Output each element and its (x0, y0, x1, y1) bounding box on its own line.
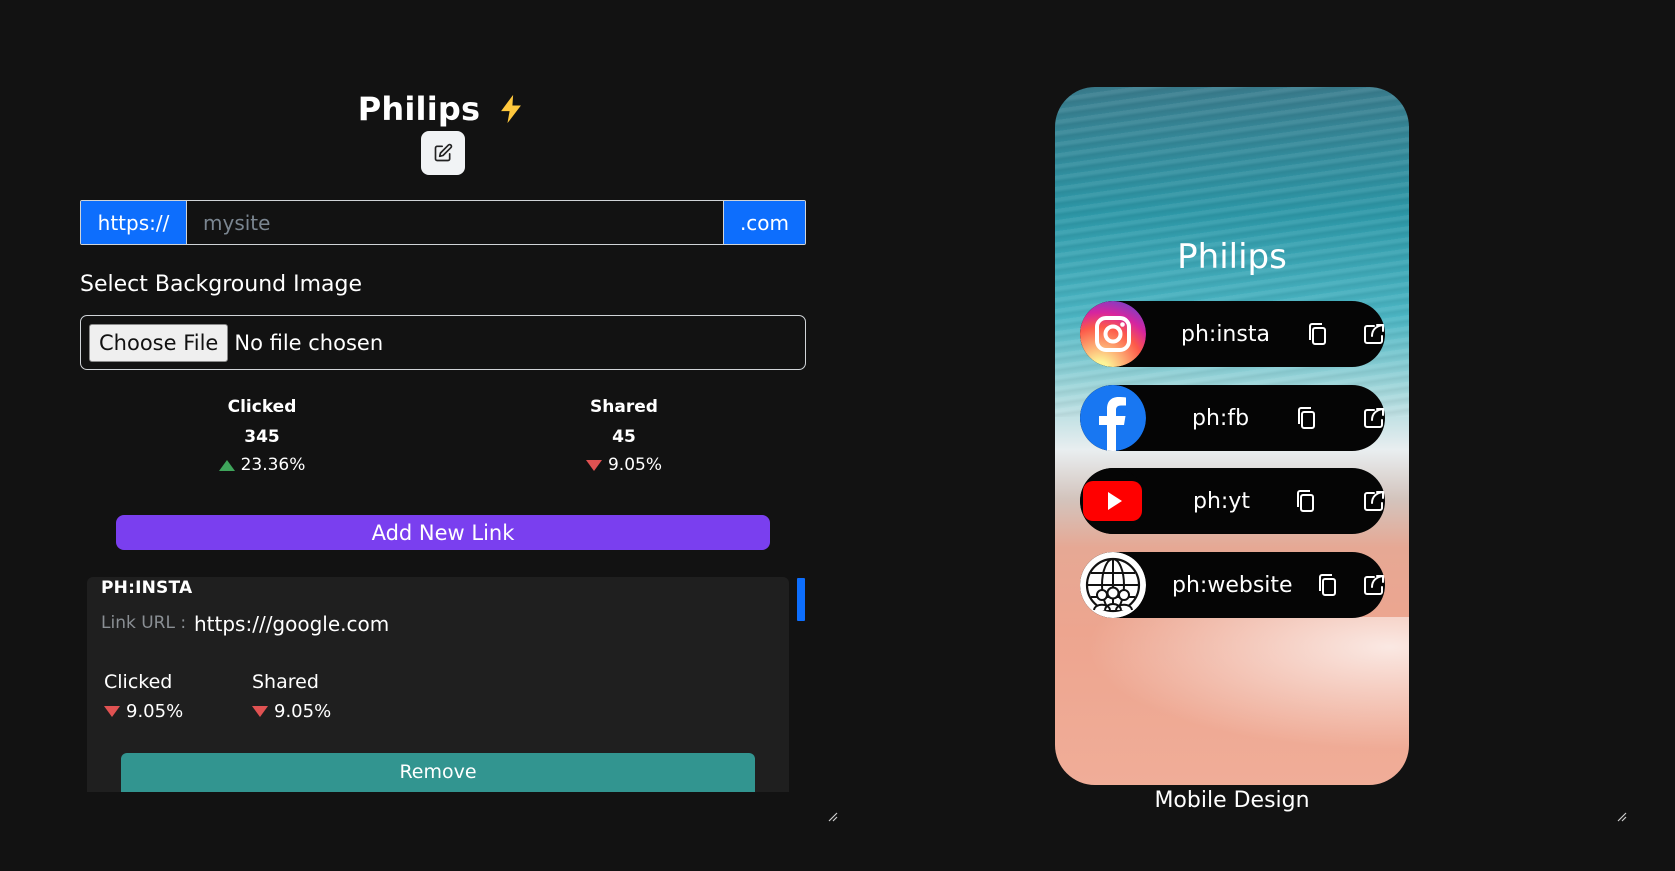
link-url-value: https:///google.com (194, 612, 390, 636)
shared-count: 45 (612, 427, 636, 447)
scrollbar-thumb[interactable] (797, 578, 805, 621)
add-new-link-button[interactable]: Add New Link (116, 515, 770, 550)
share-icon[interactable] (1362, 322, 1386, 346)
link-clicked-stat: Clicked 9.05% (104, 671, 183, 722)
copy-icon[interactable] (1316, 573, 1338, 597)
preview-name: Philips (1177, 237, 1287, 277)
lightning-icon (501, 94, 522, 124)
link-shared-change: 9.05% (252, 701, 331, 722)
link-url-label: Link URL : (101, 613, 187, 633)
resize-handle-icon[interactable] (1617, 812, 1627, 822)
clicked-stat: Clicked 345 23.36% (182, 397, 342, 475)
resize-handle-icon[interactable] (828, 812, 838, 822)
background-file-input[interactable]: Choose File No file chosen (80, 315, 806, 370)
url-prefix: https:// (81, 201, 187, 244)
preview-link-insta[interactable]: ph:insta (1080, 301, 1385, 367)
copy-icon[interactable] (1306, 322, 1328, 346)
globe-icon (1080, 552, 1146, 618)
share-icon[interactable] (1362, 406, 1386, 430)
facebook-icon (1080, 385, 1146, 451)
link-shared-label: Shared (252, 671, 319, 693)
shared-label: Shared (590, 397, 658, 417)
shared-change-value: 9.05% (607, 455, 662, 475)
preview-link-label: ph:yt (1193, 488, 1250, 514)
preview-link-label: ph:website (1172, 572, 1293, 598)
site-url-group: https:// .com (80, 200, 806, 245)
link-clicked-change: 9.05% (104, 701, 183, 722)
choose-file-button[interactable]: Choose File (89, 323, 229, 362)
url-suffix: .com (723, 201, 805, 244)
trend-down-icon (104, 706, 120, 717)
background-image-label: Select Background Image (80, 272, 363, 297)
profile-header: Philips (80, 84, 806, 134)
preview-link-website[interactable]: ph:website (1080, 552, 1385, 618)
share-icon[interactable] (1362, 573, 1386, 597)
preview-link-label: ph:fb (1192, 405, 1250, 431)
preview-link-yt[interactable]: ph:yt (1080, 468, 1385, 534)
link-clicked-change-value: 9.05% (126, 701, 184, 722)
shared-stat: Shared 45 9.05% (544, 397, 704, 475)
edit-icon (434, 143, 453, 162)
shared-change: 9.05% (544, 455, 704, 475)
preview-link-label: ph:insta (1181, 321, 1270, 347)
share-icon[interactable] (1362, 489, 1386, 513)
link-card: PH:INSTA Link URL : https:///google.com … (87, 577, 789, 792)
link-clicked-label: Clicked (104, 671, 173, 693)
copy-icon[interactable] (1294, 489, 1316, 513)
link-shared-change-value: 9.05% (274, 701, 332, 722)
clicked-change-value: 23.36% (240, 455, 306, 475)
preview-link-fb[interactable]: ph:fb (1080, 385, 1385, 451)
file-status: No file chosen (234, 330, 384, 355)
clicked-label: Clicked (227, 397, 297, 417)
instagram-icon (1080, 301, 1146, 367)
trend-up-icon (218, 459, 235, 471)
clicked-change: 23.36% (182, 455, 342, 475)
site-url-input[interactable] (187, 201, 723, 244)
trend-down-icon (585, 459, 602, 471)
edit-title-button[interactable] (421, 131, 465, 175)
trend-down-icon (252, 706, 268, 717)
link-card-title: PH:INSTA (101, 578, 193, 598)
mobile-design-caption: Mobile Design (1154, 788, 1310, 813)
profile-title: Philips (357, 90, 481, 128)
remove-link-button[interactable]: Remove (121, 753, 755, 792)
link-shared-stat: Shared 9.05% (252, 671, 331, 722)
clicked-count: 345 (244, 427, 280, 447)
mobile-preview: Philips ph:insta ph:fb ph:yt ph:website (1055, 87, 1409, 785)
copy-icon[interactable] (1295, 406, 1317, 430)
youtube-icon (1080, 468, 1146, 534)
